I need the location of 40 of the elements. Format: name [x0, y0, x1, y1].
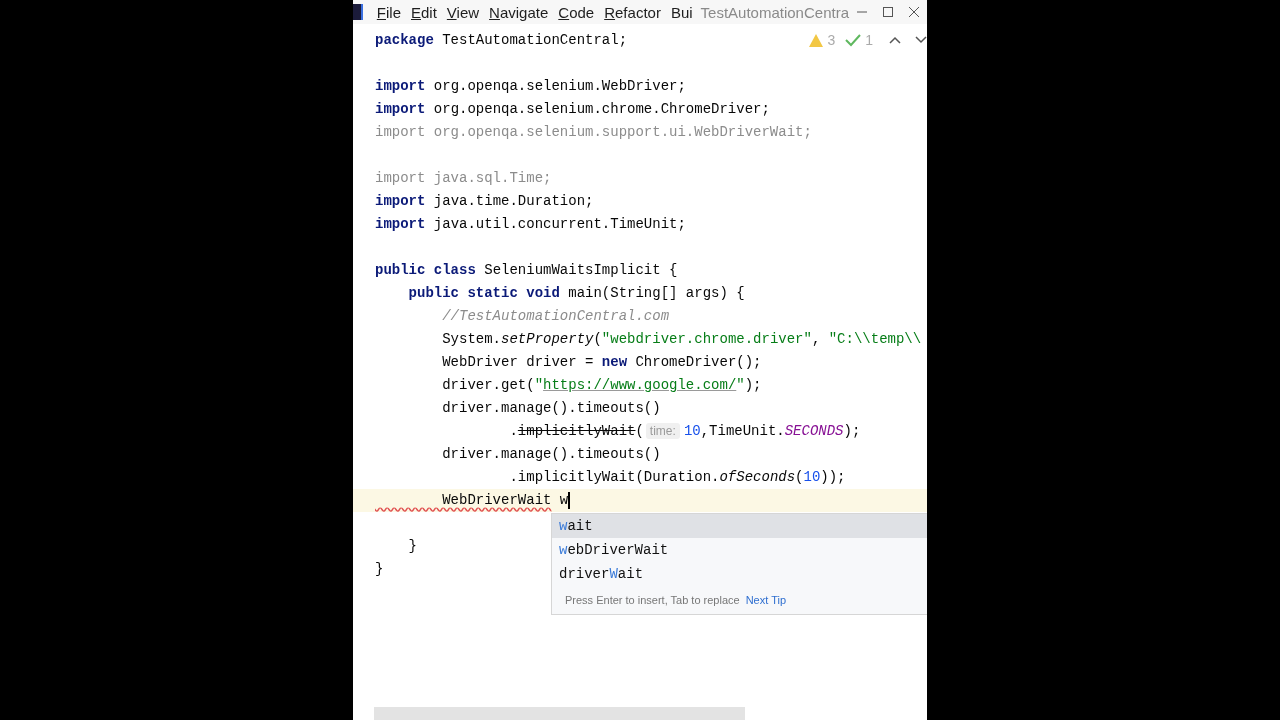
code-line: WebDriverWait w — [441, 490, 571, 511]
code-line: import java.sql.Time; — [375, 169, 552, 188]
horizontal-scrollbar[interactable] — [374, 707, 745, 720]
code-line: .implicitlyWait( time: 10,TimeUnit.SECONDS); — [508, 422, 861, 441]
code-line: System.setProperty("webdriver.chrome.driver", "C:\\temp\\ — [441, 330, 922, 349]
code-line: public static void main(String[] args) { — [407, 284, 745, 303]
menu-item[interactable]: Edit — [411, 3, 437, 21]
code-line: //TestAutomationCentral.com — [441, 307, 670, 326]
menu-item[interactable]: Code — [558, 3, 595, 21]
code-line: } — [407, 537, 417, 556]
code-line: driver.manage().timeouts() — [441, 445, 661, 464]
code-line: import java.time.Duration; — [375, 192, 594, 211]
check-icon[interactable] — [845, 33, 862, 47]
code-line: import java.util.concurrent.TimeUnit; — [375, 215, 686, 234]
code-line: package TestAutomationCentral; — [375, 31, 628, 50]
code-line: .implicitlyWait(Duration.ofSeconds(10)); — [508, 468, 846, 487]
completion-hint: Press Enter to insert, Tab to replace — [565, 594, 740, 606]
warning-count: 3 — [827, 32, 836, 48]
code-line: public class SeleniumWaitsImplicit { — [375, 261, 678, 280]
code-line: import org.openqa.selenium.support.ui.WebDriverWait; — [375, 123, 812, 142]
menu-item[interactable]: Refactor — [604, 3, 661, 21]
code-line: } — [375, 560, 384, 579]
menu-item[interactable]: Navigate — [489, 3, 549, 21]
completion-item[interactable]: driverWait — [552, 562, 927, 586]
next-tip-link[interactable]: Next Tip — [745, 594, 787, 606]
window-title: TestAutomationCentra — [700, 3, 849, 21]
code-line: import org.openqa.selenium.WebDriver; — [375, 77, 686, 96]
menu-item[interactable]: Bui — [670, 3, 693, 21]
code-line: driver.get("https://www.google.com/"); — [441, 376, 762, 395]
code-line: WebDriver driver = new ChromeDriver(); — [441, 353, 762, 372]
app-logo-icon — [353, 4, 363, 20]
completion-item[interactable]: wait — [552, 514, 927, 538]
menu-item[interactable]: View — [446, 3, 480, 21]
completion-item[interactable]: webDriverWait — [552, 538, 927, 562]
code-line: import org.openqa.selenium.chrome.ChromeDriver; — [375, 100, 770, 119]
typo-count: 1 — [865, 32, 873, 48]
chevron-up-icon[interactable] — [889, 36, 901, 44]
chevron-down-icon[interactable] — [915, 36, 927, 44]
code-line: driver.manage().timeouts() — [441, 399, 661, 418]
menu-item[interactable]: File — [376, 3, 401, 21]
